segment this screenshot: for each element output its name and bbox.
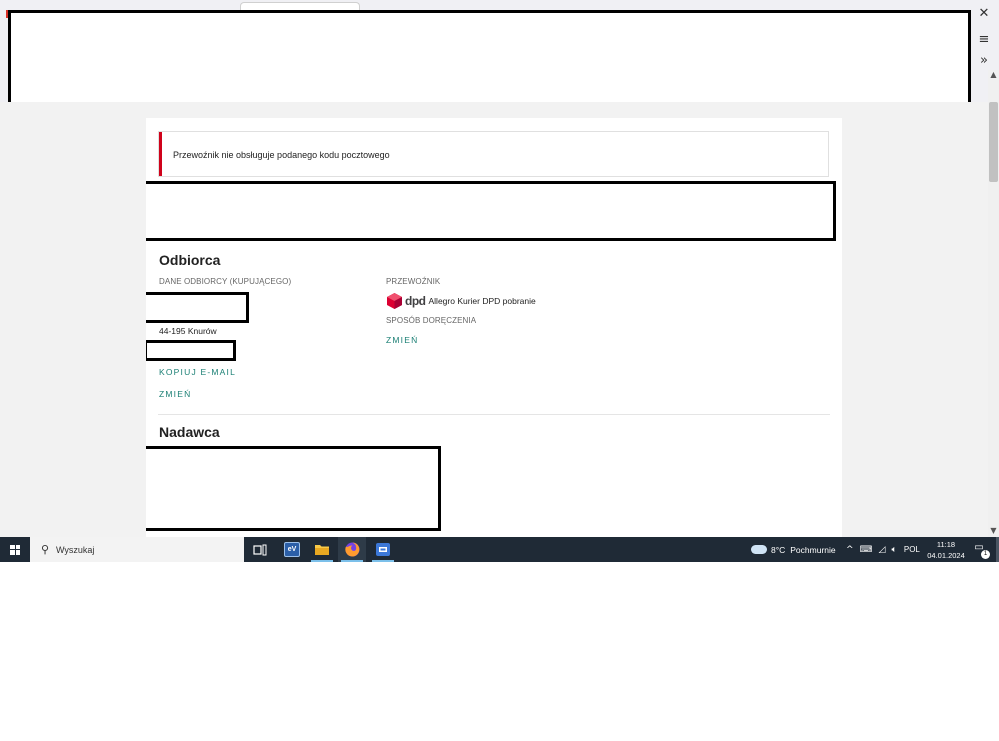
- error-alert: Przewoźnik nie obsługuje podanego kodu p…: [158, 131, 829, 177]
- dpd-logo-text: dpd: [405, 294, 426, 308]
- recipient-details-label: DANE ODBIORCY (KUPUJĄCEGO): [159, 277, 292, 286]
- carrier-label: PRZEWOŹNIK: [386, 277, 441, 286]
- network-icon[interactable]: ◿: [879, 545, 886, 555]
- recipient-section-title: Odbiorca: [159, 252, 221, 268]
- running-indicator: [311, 560, 333, 562]
- shipping-app-icon: [376, 543, 390, 556]
- redacted-sender-details: [146, 446, 441, 531]
- start-button[interactable]: [0, 537, 30, 562]
- clock-date: 04.01.2024: [927, 551, 965, 560]
- taskbar-app-shipping[interactable]: [369, 537, 397, 562]
- alert-message: Przewoźnik nie obsługuje podanego kodu p…: [173, 150, 390, 160]
- screen: ✕ ≡ » ▲ ▼ Przewoźnik nie obsługuje podan…: [0, 0, 999, 741]
- system-tray: ^ ⌨ ◿ 🔈︎ POL: [843, 537, 920, 562]
- hamburger-menu-icon[interactable]: ≡: [977, 33, 991, 47]
- windows-logo-icon: [10, 544, 20, 555]
- redacted-recipient-contact: [146, 340, 236, 361]
- firefox-icon: [344, 542, 359, 557]
- sender-section-title: Nadawca: [159, 424, 220, 440]
- chevron-up-icon[interactable]: ^: [846, 545, 854, 555]
- change-delivery-button[interactable]: ZMIEŃ: [386, 335, 418, 345]
- windows-taskbar: ⚲ eV: [0, 537, 999, 562]
- redacted-recipient-name: [146, 292, 249, 323]
- browser-toolbar: ✕ ≡ »: [0, 0, 999, 106]
- search-icon: ⚲: [40, 543, 50, 556]
- keyboard-icon[interactable]: ⌨: [860, 545, 873, 555]
- page-scrollbar[interactable]: ▲ ▼: [988, 70, 999, 537]
- weather-widget[interactable]: 8°C Pochmurnie: [751, 537, 836, 562]
- notification-badge: 1: [981, 550, 990, 559]
- scrollbar-thumb[interactable]: [989, 102, 998, 182]
- volume-icon[interactable]: 🔈︎: [891, 545, 896, 555]
- scroll-up-icon[interactable]: ▲: [988, 70, 999, 80]
- section-divider: [158, 414, 830, 415]
- dpd-logo: dpd: [387, 293, 429, 309]
- shipment-card: Przewoźnik nie obsługuje podanego kodu p…: [146, 118, 842, 537]
- delivery-method-label: SPOSÓB DORĘCZENIA: [386, 316, 477, 325]
- taskbar-app-file-explorer[interactable]: [308, 537, 336, 562]
- task-view-button[interactable]: [246, 537, 274, 562]
- copy-email-button[interactable]: KOPIUJ E-MAIL: [159, 367, 236, 377]
- taskbar-app-firefox[interactable]: [338, 537, 366, 562]
- task-view-icon: [253, 544, 267, 555]
- redacted-region-top: [146, 181, 836, 241]
- weather-description: Pochmurnie: [790, 544, 836, 555]
- recipient-postal-city: 44-195 Knurów: [159, 326, 217, 336]
- scroll-down-icon[interactable]: ▼: [988, 526, 999, 536]
- folder-icon: [315, 545, 329, 555]
- chevron-double-right-icon[interactable]: »: [977, 54, 991, 68]
- redacted-header-region: [8, 10, 971, 106]
- dpd-cube-icon: [387, 293, 402, 309]
- running-indicator: [372, 560, 394, 562]
- carrier-row: dpd Allegro Kurier DPD pobranie: [387, 292, 536, 310]
- language-indicator[interactable]: POL: [904, 545, 920, 554]
- ev-app-icon: eV: [284, 542, 300, 557]
- clock-time: 11:18: [936, 540, 956, 549]
- taskbar-clock[interactable]: 11:18 04.01.2024: [924, 539, 968, 561]
- running-indicator: [341, 560, 363, 562]
- cloud-icon: [751, 545, 767, 554]
- search-input[interactable]: [56, 544, 226, 555]
- close-icon[interactable]: ✕: [977, 7, 991, 21]
- alert-accent-bar: [159, 132, 162, 176]
- carrier-name: Allegro Kurier DPD pobranie: [428, 296, 536, 306]
- weather-temperature: 8°C: [771, 544, 786, 555]
- taskbar-search[interactable]: ⚲: [30, 537, 244, 562]
- change-recipient-button[interactable]: ZMIEŃ: [159, 389, 191, 399]
- taskbar-app-ev[interactable]: eV: [278, 537, 306, 562]
